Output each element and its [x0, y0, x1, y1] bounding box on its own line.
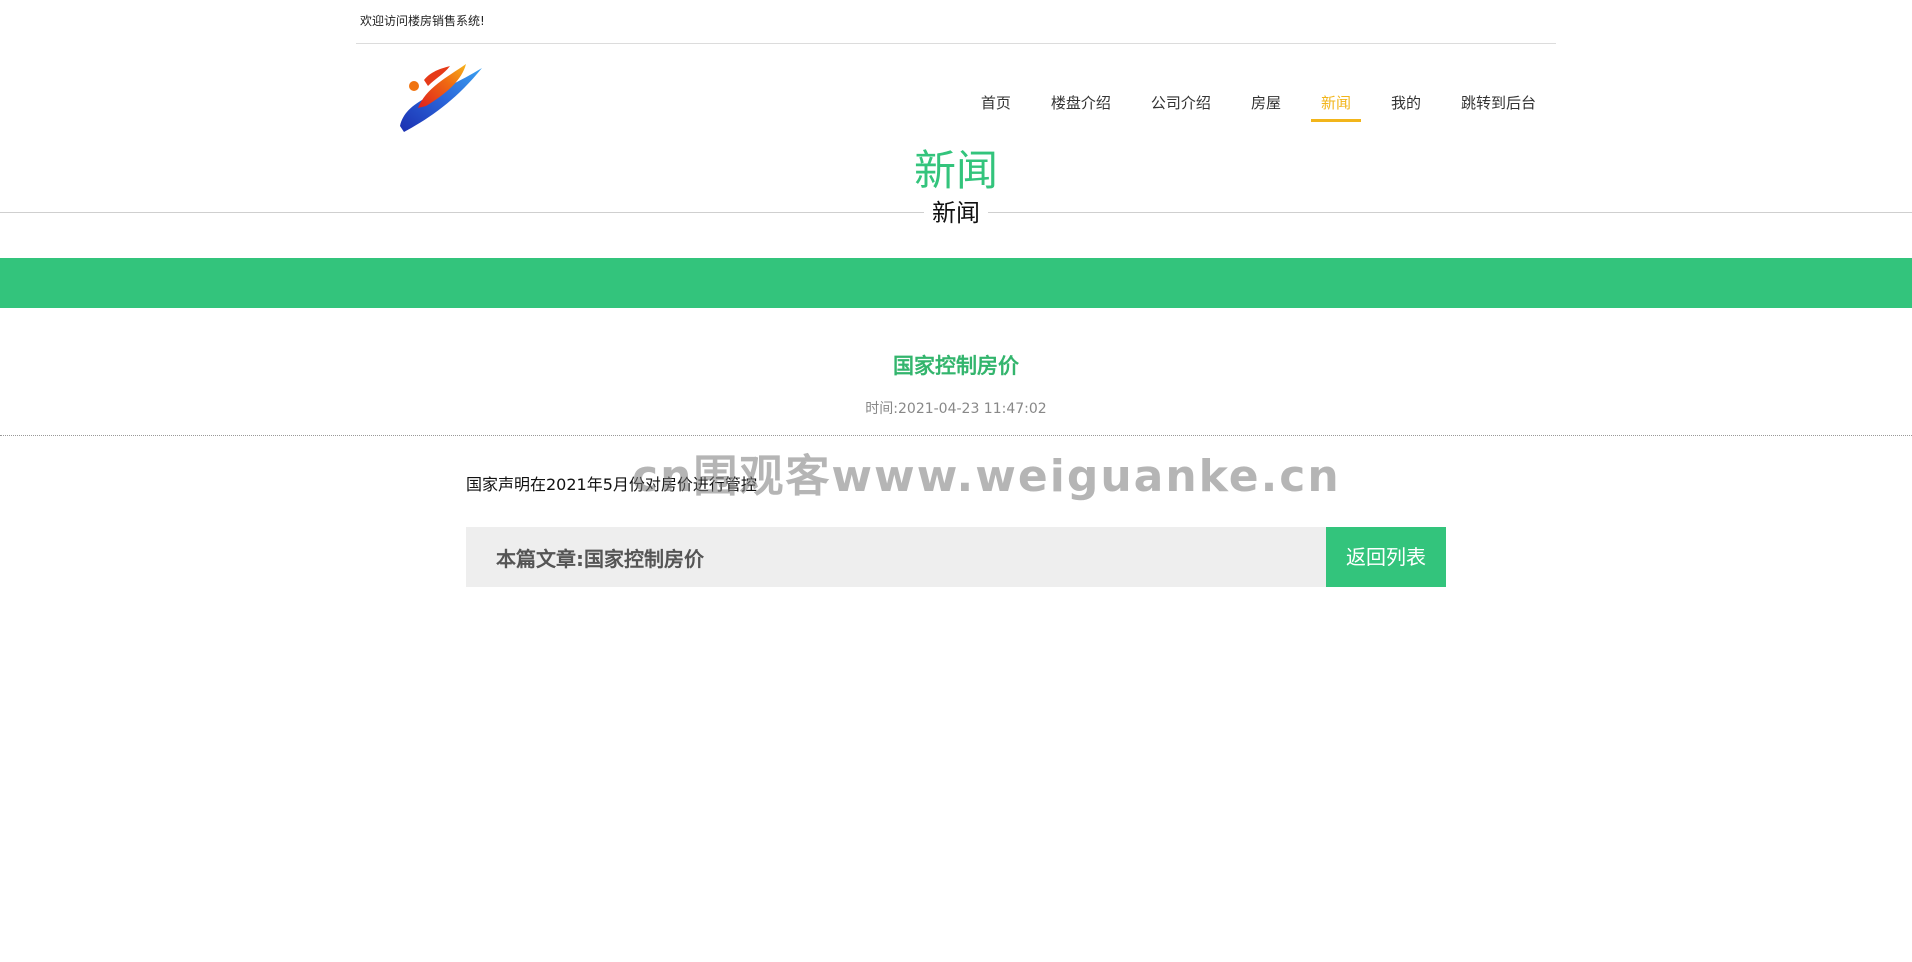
current-article-prefix: 本篇文章: [496, 546, 584, 571]
nav-item-home[interactable]: 首页 [961, 84, 1031, 122]
section-subtitle-wrap: 新闻 [0, 198, 1912, 228]
article-footer: 本篇文章:国家控制房价 返回列表 [466, 527, 1446, 587]
top-bar: 欢迎访问楼房销售系统! [356, 0, 1556, 44]
nav-item-mine[interactable]: 我的 [1371, 84, 1441, 122]
current-article-label: 本篇文章:国家控制房价 [466, 543, 704, 572]
section-subtitle: 新闻 [924, 198, 988, 228]
nav-item-news[interactable]: 新闻 [1301, 84, 1371, 122]
time-label: 时间: [865, 401, 898, 417]
banner-band [0, 258, 1912, 308]
back-to-list-button[interactable]: 返回列表 [1326, 527, 1446, 587]
site-logo[interactable] [396, 60, 488, 134]
article-meta: 时间:2021-04-23 11:47:02 [0, 398, 1912, 418]
main-nav: 首页 楼盘介绍 公司介绍 房屋 新闻 我的 跳转到后台 [961, 84, 1556, 124]
welcome-text: 欢迎访问楼房销售系统! [360, 14, 485, 28]
swirl-logo-icon [400, 64, 482, 132]
nav-item-admin[interactable]: 跳转到后台 [1441, 84, 1556, 122]
nav-item-houses[interactable]: 房屋 [1231, 84, 1301, 122]
nav-item-properties[interactable]: 楼盘介绍 [1031, 84, 1131, 122]
nav-item-company[interactable]: 公司介绍 [1131, 84, 1231, 122]
time-value: 2021-04-23 11:47:02 [898, 401, 1047, 417]
current-article-title: 国家控制房价 [584, 546, 704, 571]
meta-divider [0, 435, 1912, 436]
watermark-text: cn围观客www.weiguanke.cn [632, 451, 1341, 502]
section-title: 新闻 [913, 146, 998, 195]
article-title: 国家控制房价 [893, 354, 1019, 378]
